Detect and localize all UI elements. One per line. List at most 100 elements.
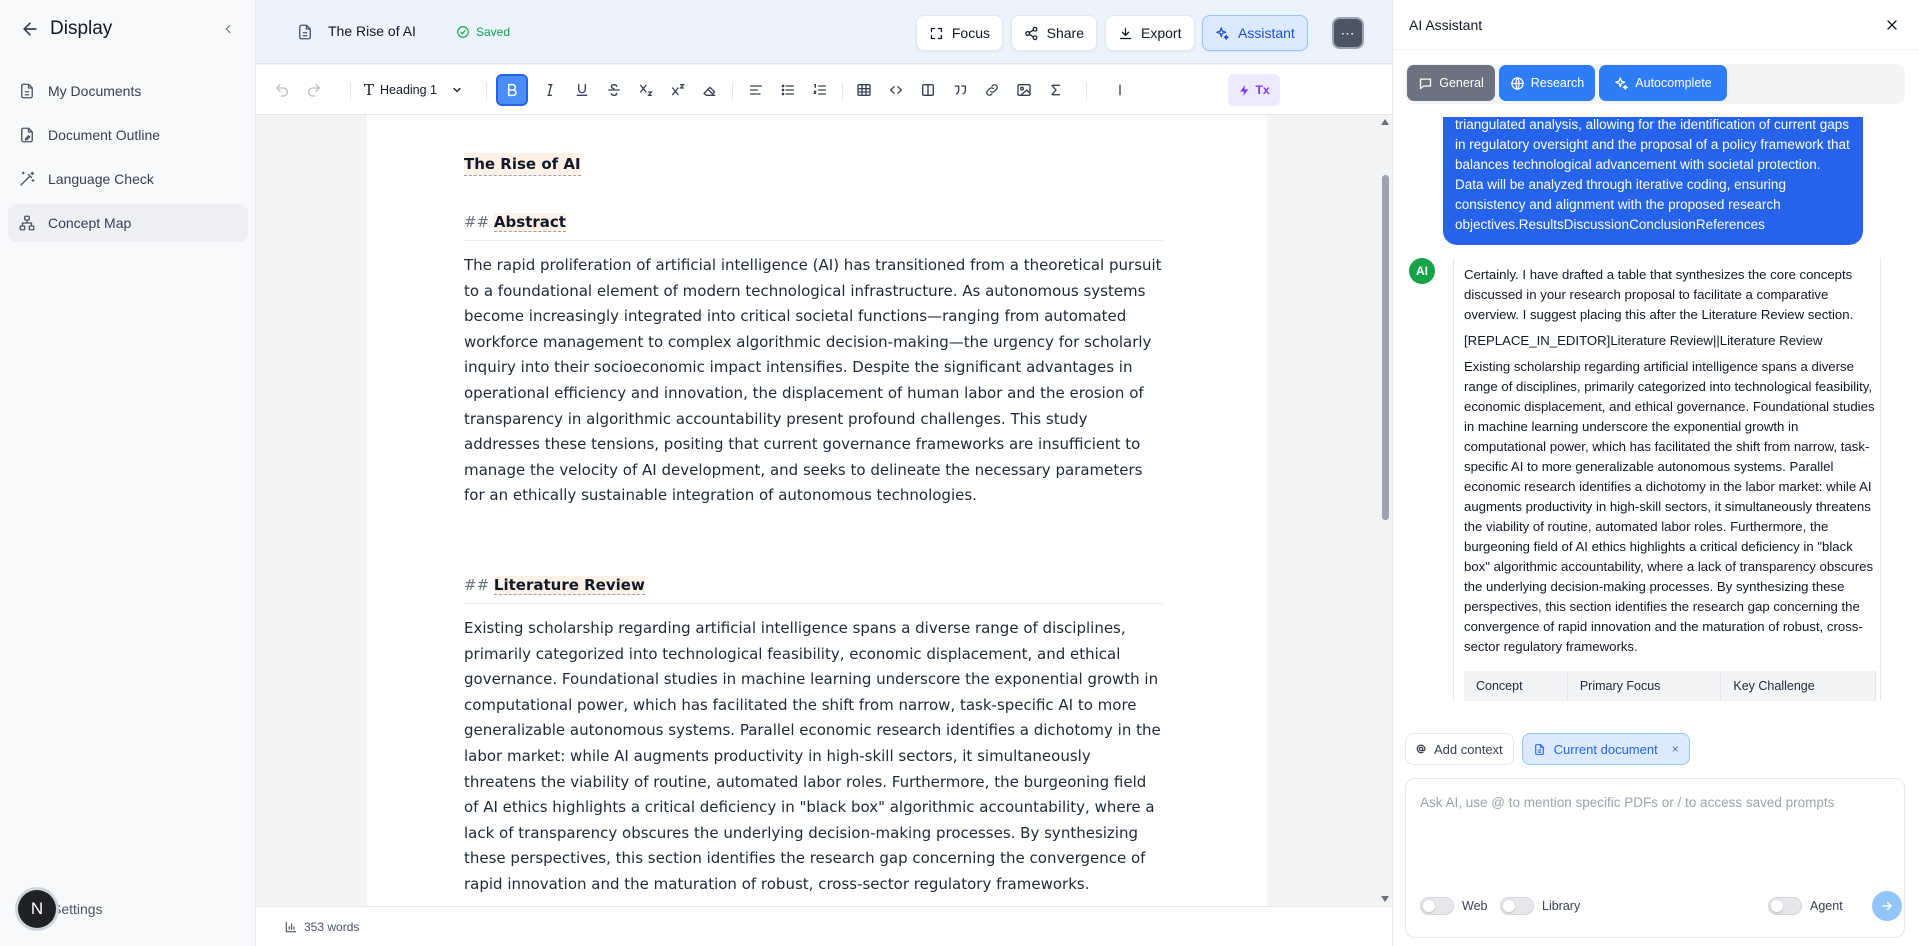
current-document-chip[interactable]: Current document × xyxy=(1521,733,1690,765)
toggle-switch[interactable] xyxy=(1768,897,1802,915)
assistant-header: AI Assistant xyxy=(1393,0,1919,50)
scroll-up-arrow[interactable] xyxy=(1381,119,1389,125)
link-icon xyxy=(986,84,998,96)
table-header-cell: Primary Focus xyxy=(1567,671,1722,701)
message-text: Existing scholarship regarding artificia… xyxy=(1464,359,1875,654)
scroll-down-arrow[interactable] xyxy=(1381,896,1389,902)
ai-format-button[interactable]: Tx xyxy=(1228,74,1280,106)
add-context-button[interactable]: Add context xyxy=(1405,733,1514,765)
quote-button[interactable] xyxy=(944,74,976,106)
chevron-left-icon[interactable] xyxy=(221,22,235,36)
sidebar: Display My Documents Document Outline La… xyxy=(0,0,256,946)
context-row: Add context Current document × xyxy=(1405,732,1698,766)
document-icon xyxy=(21,83,33,99)
editor-area: The Rise of AI ## Abstract The rapid pro… xyxy=(256,115,1392,906)
block-style-value: Heading 1 xyxy=(380,83,438,97)
section-heading[interactable]: ## Literature Review xyxy=(464,574,1164,604)
bold-button[interactable] xyxy=(496,74,528,106)
file-icon xyxy=(299,24,311,40)
block-style-dropdown[interactable]: T Heading 1 xyxy=(364,74,463,106)
assistant-tabs: General Research Autocomplete xyxy=(1405,64,1905,104)
toggle-switch[interactable] xyxy=(1500,897,1534,915)
code-icon xyxy=(889,86,903,94)
image-button[interactable] xyxy=(1008,74,1040,106)
section-heading[interactable]: ## Abstract xyxy=(464,211,1164,241)
more-options-button[interactable]: ⋯ xyxy=(1332,17,1364,49)
main-editor: The Rise of AI Saved Focus Share Export … xyxy=(256,0,1392,946)
strikethrough-button[interactable] xyxy=(598,74,630,106)
focus-button[interactable]: Focus xyxy=(916,15,1003,51)
sparkles-icon xyxy=(1615,76,1629,90)
remove-context-icon[interactable]: × xyxy=(1672,742,1679,756)
avatar[interactable]: N xyxy=(18,890,56,928)
formula-button[interactable] xyxy=(1040,74,1072,106)
clear-format-button[interactable] xyxy=(694,74,726,106)
document-heading[interactable]: The Rise of AI xyxy=(464,153,581,176)
numbered-list-icon xyxy=(813,84,826,95)
paragraph[interactable]: Existing scholarship regarding artificia… xyxy=(464,616,1164,898)
ai-avatar: AI xyxy=(1409,258,1435,284)
close-icon[interactable] xyxy=(1884,17,1900,33)
redo-button[interactable] xyxy=(298,74,330,106)
toolbar-divider xyxy=(486,82,487,100)
concept-map-icon xyxy=(19,215,35,231)
sidebar-header: Display xyxy=(20,16,235,42)
columns-button[interactable] xyxy=(912,74,944,106)
share-button[interactable]: Share xyxy=(1011,15,1097,51)
word-count: 353 words xyxy=(304,919,360,934)
tab-label: Research xyxy=(1530,76,1585,90)
columns-icon xyxy=(922,84,934,96)
document-title[interactable]: The Rise of AI xyxy=(328,23,416,39)
table-button[interactable] xyxy=(848,74,880,106)
sidebar-item-my-documents[interactable]: My Documents xyxy=(8,72,248,110)
sidebar-item-label: Document Outline xyxy=(48,127,161,143)
tab-label: Autocomplete xyxy=(1635,76,1712,90)
toggle-switch[interactable] xyxy=(1420,897,1454,915)
paragraph[interactable]: The rapid proliferation of artificial in… xyxy=(464,253,1164,509)
sidebar-item-document-outline[interactable]: Document Outline xyxy=(8,116,248,154)
sidebar-item-concept-map[interactable]: Concept Map xyxy=(8,204,248,242)
download-icon xyxy=(1119,27,1132,39)
web-toggle[interactable]: Web xyxy=(1420,897,1487,915)
italic-button[interactable] xyxy=(534,74,566,106)
numbered-list-button[interactable] xyxy=(804,74,836,106)
link-button[interactable] xyxy=(976,74,1008,106)
scrollbar-thumb[interactable] xyxy=(1382,175,1389,520)
assistant-panel: AI Assistant General Research Autocomple… xyxy=(1392,0,1919,946)
arrow-left-icon[interactable] xyxy=(20,19,40,39)
agent-toggle[interactable]: Agent xyxy=(1768,897,1843,915)
sidebar-item-label: Concept Map xyxy=(48,215,132,231)
code-button[interactable] xyxy=(880,74,912,106)
underline-button[interactable] xyxy=(566,74,598,106)
magic-wand-icon xyxy=(20,171,35,186)
align-button[interactable] xyxy=(740,74,772,106)
tab-general[interactable]: General xyxy=(1407,65,1495,101)
status-bar: 353 words xyxy=(256,906,1392,946)
bullet-list-icon xyxy=(781,84,794,96)
chat-input[interactable] xyxy=(1420,795,1880,875)
sidebar-item-language-check[interactable]: Language Check xyxy=(8,160,248,198)
subscript-button[interactable] xyxy=(630,74,662,106)
library-toggle[interactable]: Library xyxy=(1500,897,1580,915)
sidebar-nav: My Documents Document Outline Language C… xyxy=(8,72,248,248)
text-cursor-button[interactable] xyxy=(1104,74,1136,106)
bullet-list-button[interactable] xyxy=(772,74,804,106)
tab-autocomplete[interactable]: Autocomplete xyxy=(1599,65,1727,101)
assistant-button[interactable]: Assistant xyxy=(1202,15,1308,51)
export-button[interactable]: Export xyxy=(1105,15,1195,51)
settings-link[interactable]: N Settings xyxy=(18,890,103,928)
quote-icon xyxy=(954,85,966,95)
document-content[interactable]: The Rise of AI ## Abstract The rapid pro… xyxy=(464,153,1164,897)
superscript-button[interactable] xyxy=(662,74,694,106)
undo-button[interactable] xyxy=(266,74,298,106)
sparkles-icon xyxy=(1216,26,1229,40)
tab-label: General xyxy=(1439,76,1484,90)
share-label: Share xyxy=(1046,25,1084,41)
tab-research[interactable]: Research xyxy=(1499,65,1595,101)
document-page[interactable]: The Rise of AI ## Abstract The rapid pro… xyxy=(367,115,1267,906)
editor-scrollbar[interactable] xyxy=(1378,115,1392,906)
table-header-cell: Concept xyxy=(1464,671,1568,701)
send-button[interactable] xyxy=(1872,891,1902,921)
settings-label: Settings xyxy=(52,901,103,917)
chat-messages[interactable]: triangulated analysis, allowing for the … xyxy=(1393,117,1919,724)
